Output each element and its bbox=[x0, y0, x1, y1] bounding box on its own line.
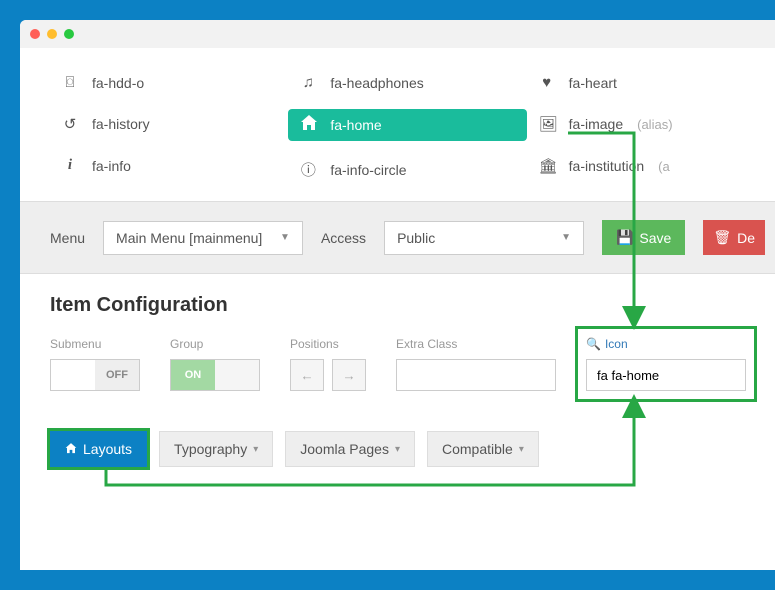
home-icon bbox=[300, 115, 316, 135]
extra-class-input[interactable] bbox=[396, 359, 556, 391]
toolbar: Menu Main Menu [mainmenu]▼ Access Public… bbox=[20, 201, 775, 274]
caret-down-icon: ▼ bbox=[561, 232, 571, 243]
trash-icon: 🗑 bbox=[713, 229, 731, 246]
icon-option-home[interactable]: fa-home bbox=[288, 109, 526, 141]
access-select[interactable]: Public▼ bbox=[384, 221, 584, 255]
minimize-dot[interactable] bbox=[47, 29, 57, 39]
caret-down-icon: ▾ bbox=[519, 444, 524, 455]
submenu-field: Submenu OFF bbox=[50, 337, 140, 391]
tab-joomla-pages[interactable]: Joomla Pages▾ bbox=[285, 431, 415, 467]
info-icon: i bbox=[62, 157, 78, 174]
save-icon: 💾 bbox=[616, 229, 633, 246]
icon-option-hdd[interactable]: ⌼fa-hdd-o bbox=[50, 68, 288, 97]
group-field: Group ON bbox=[170, 337, 260, 391]
access-label: Access bbox=[321, 230, 366, 246]
arrow-right-icon: → bbox=[342, 368, 355, 383]
caret-down-icon: ▾ bbox=[395, 444, 400, 455]
group-toggle[interactable]: ON bbox=[170, 359, 260, 391]
position-right-button[interactable]: → bbox=[332, 359, 366, 391]
icon-field-highlighted: 🔍Icon bbox=[578, 329, 754, 399]
icon-option-image[interactable]: 🖼fa-image (alias) bbox=[527, 109, 765, 139]
icon-option-institution[interactable]: 🏛fa-institution (a bbox=[527, 151, 765, 181]
positions-field: Positions ← → bbox=[290, 337, 366, 391]
maximize-dot[interactable] bbox=[64, 29, 74, 39]
tab-layouts[interactable]: Layouts bbox=[50, 431, 147, 467]
hdd-icon: ⌼ bbox=[62, 74, 78, 91]
icon-option-heart[interactable]: ♥fa-heart bbox=[527, 68, 765, 97]
position-left-button[interactable]: ← bbox=[290, 359, 324, 391]
caret-down-icon: ▾ bbox=[253, 444, 258, 455]
tab-compatible[interactable]: Compatible▾ bbox=[427, 431, 539, 467]
image-icon: 🖼 bbox=[539, 115, 555, 133]
submenu-toggle[interactable]: OFF bbox=[50, 359, 140, 391]
icon-option-history[interactable]: ↺fa-history bbox=[50, 109, 288, 139]
heart-icon: ♥ bbox=[539, 74, 555, 91]
menu-select[interactable]: Main Menu [mainmenu]▼ bbox=[103, 221, 303, 255]
info-circle-icon: ⓘ bbox=[300, 159, 316, 180]
icon-input[interactable] bbox=[586, 359, 746, 391]
icon-option-headphones[interactable]: ♫fa-headphones bbox=[288, 68, 526, 97]
app-window: ⌼fa-hdd-o ↺fa-history ifa-info ♫fa-headp… bbox=[20, 20, 775, 570]
arrow-left-icon: ← bbox=[300, 368, 313, 383]
tab-typography[interactable]: Typography▾ bbox=[159, 431, 273, 467]
history-icon: ↺ bbox=[62, 115, 78, 133]
extra-class-field: Extra Class bbox=[396, 337, 556, 391]
item-configuration: Item Configuration Submenu OFF Group ON … bbox=[20, 274, 775, 411]
delete-button[interactable]: 🗑De bbox=[703, 220, 765, 255]
menu-label: Menu bbox=[50, 230, 85, 246]
titlebar bbox=[20, 20, 775, 48]
icon-field-label[interactable]: 🔍Icon bbox=[586, 337, 746, 351]
icon-picker: ⌼fa-hdd-o ↺fa-history ifa-info ♫fa-headp… bbox=[20, 48, 775, 201]
headphones-icon: ♫ bbox=[300, 74, 316, 91]
config-title: Item Configuration bbox=[50, 294, 765, 317]
close-dot[interactable] bbox=[30, 29, 40, 39]
home-icon bbox=[65, 441, 77, 457]
search-icon: 🔍 bbox=[586, 337, 601, 351]
icon-option-info-circle[interactable]: ⓘfa-info-circle bbox=[288, 153, 526, 186]
tabs: Layouts Typography▾ Joomla Pages▾ Compat… bbox=[20, 411, 775, 487]
icon-option-info[interactable]: ifa-info bbox=[50, 151, 288, 180]
institution-icon: 🏛 bbox=[539, 157, 555, 175]
caret-down-icon: ▼ bbox=[280, 232, 290, 243]
save-button[interactable]: 💾Save bbox=[602, 220, 685, 255]
